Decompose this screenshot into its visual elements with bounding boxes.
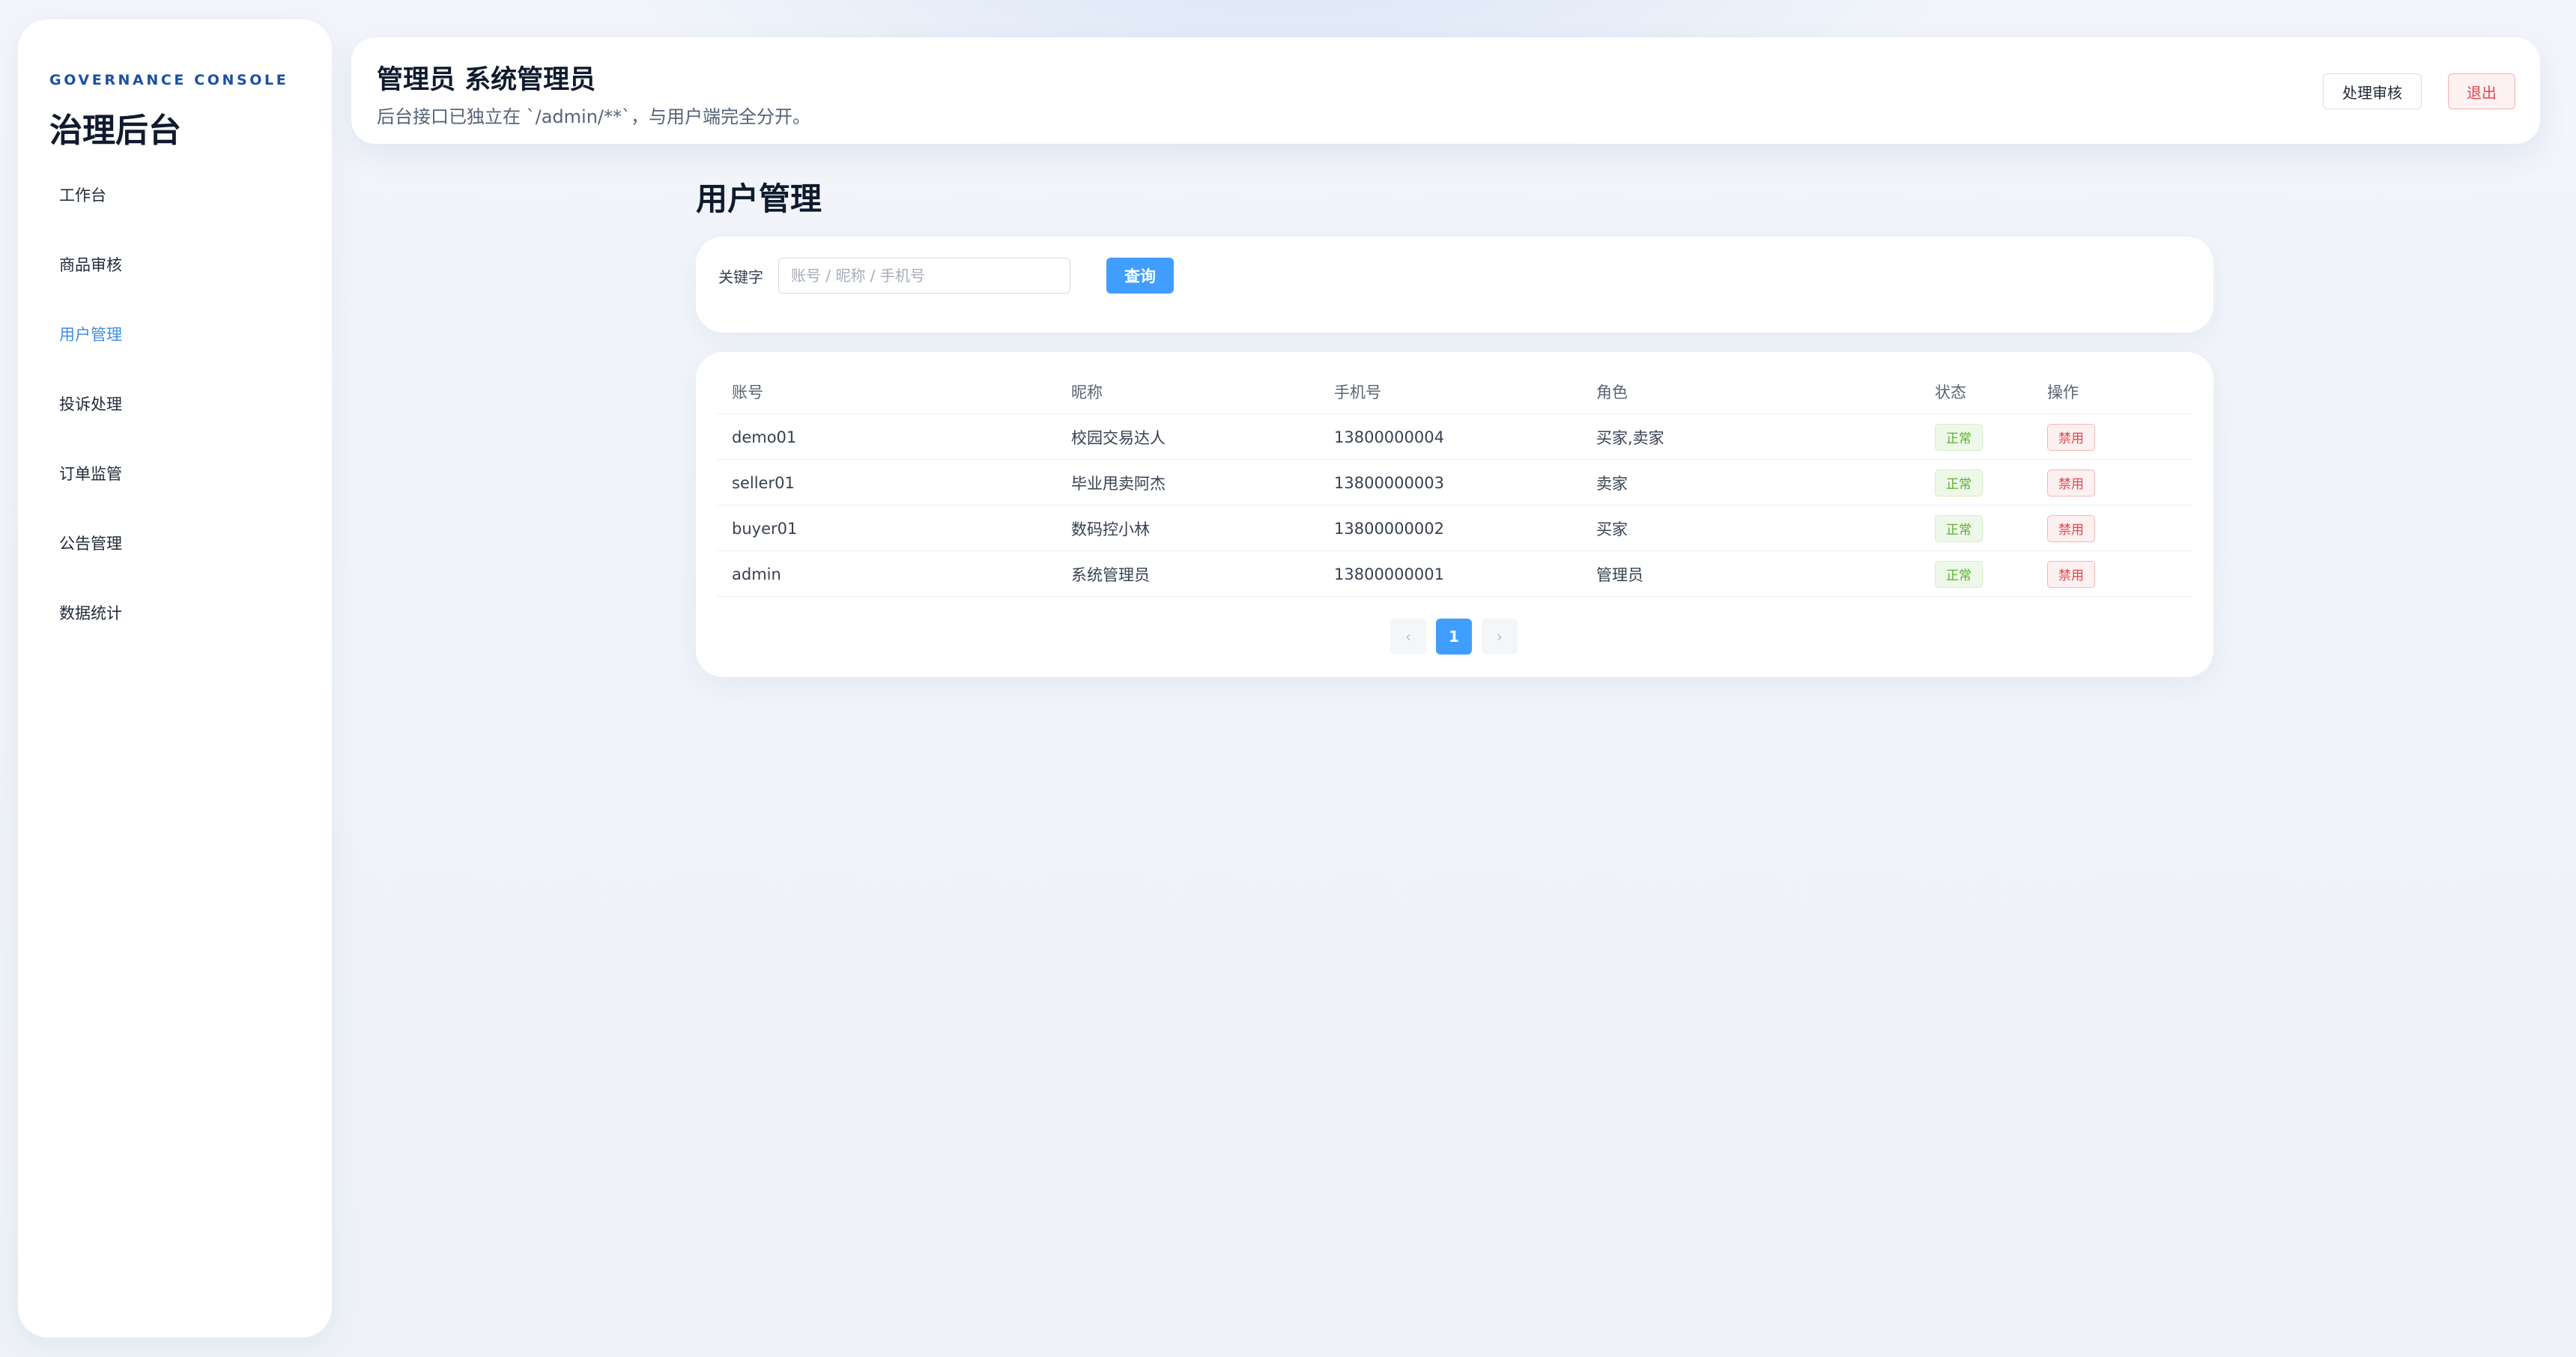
cell-status: 正常 [1935, 551, 1983, 597]
brand-kicker: GOVERNANCE CONSOLE [49, 72, 289, 88]
sidebar-item-statistics[interactable]: 数据统计 [59, 590, 299, 635]
cell-action: 禁用 [2047, 506, 2095, 551]
sidebar-item-announcements[interactable]: 公告管理 [59, 520, 299, 565]
user-table-card: 账号 昵称 手机号 角色 状态 操作 demo01 校园交易达人 1380000… [696, 352, 2213, 677]
pagination: ‹ 1 › [696, 619, 2213, 655]
cell-nickname: 毕业甩卖阿杰 [1071, 474, 1166, 493]
table-row: buyer01 数码控小林 13800000002 买家 正常 禁用 [717, 506, 2192, 551]
disable-button[interactable]: 禁用 [2047, 514, 2095, 542]
sidebar-item-complaints[interactable]: 投诉处理 [59, 381, 299, 426]
table-row: admin 系统管理员 13800000001 管理员 正常 禁用 [717, 551, 2192, 597]
logout-button[interactable]: 退出 [2448, 73, 2515, 109]
cell-nickname: 校园交易达人 [1071, 428, 1166, 447]
status-badge: 正常 [1935, 423, 1983, 451]
cell-action: 禁用 [2047, 551, 2095, 597]
disable-button[interactable]: 禁用 [2047, 469, 2095, 497]
header-action: 操作 [2047, 383, 2079, 401]
admin-title: 管理员 系统管理员 [377, 65, 596, 95]
cell-phone: 13800000003 [1334, 473, 1444, 492]
process-review-button[interactable]: 处理审核 [2323, 73, 2422, 109]
sidebar-item-product-review[interactable]: 商品审核 [59, 242, 299, 287]
cell-status: 正常 [1935, 506, 1983, 551]
header-account: 账号 [732, 383, 763, 401]
keyword-label: 关键字 [718, 268, 763, 286]
disable-button[interactable]: 禁用 [2047, 560, 2095, 588]
table-header: 账号 昵称 手机号 角色 状态 操作 [717, 368, 2192, 414]
page-number-button[interactable]: 1 [1436, 619, 1472, 655]
search-card: 关键字 查询 [696, 237, 2213, 333]
cell-action: 禁用 [2047, 414, 2095, 460]
header-role: 角色 [1596, 383, 1628, 401]
header-nickname: 昵称 [1071, 383, 1103, 401]
next-page-button[interactable]: › [1482, 619, 1518, 655]
cell-nickname: 数码控小林 [1071, 520, 1150, 538]
cell-account: buyer01 [732, 519, 798, 538]
table-row: seller01 毕业甩卖阿杰 13800000003 卖家 正常 禁用 [717, 460, 2192, 506]
header-phone: 手机号 [1334, 383, 1381, 401]
cell-status: 正常 [1935, 460, 1983, 506]
sidebar-item-order-supervision[interactable]: 订单监管 [59, 451, 299, 496]
user-table: 账号 昵称 手机号 角色 状态 操作 demo01 校园交易达人 1380000… [717, 368, 2192, 597]
status-badge: 正常 [1935, 514, 1983, 542]
cell-role: 买家 [1596, 520, 1628, 538]
cell-account: demo01 [732, 428, 797, 446]
cell-role: 管理员 [1596, 565, 1643, 584]
cell-phone: 13800000002 [1334, 519, 1444, 538]
page-title: 用户管理 [696, 180, 822, 217]
cell-phone: 13800000004 [1334, 428, 1444, 446]
prev-page-button[interactable]: ‹ [1390, 619, 1426, 655]
cell-role: 买家,卖家 [1596, 428, 1664, 447]
cell-action: 禁用 [2047, 460, 2095, 506]
sidebar-item-user-management[interactable]: 用户管理 [59, 312, 299, 356]
sidebar: GOVERNANCE CONSOLE 治理后台 工作台 商品审核 用户管理 投诉… [18, 19, 332, 1338]
cell-account: seller01 [732, 473, 795, 492]
query-button[interactable]: 查询 [1106, 258, 1174, 294]
brand-title: 治理后台 [49, 112, 181, 150]
cell-role: 卖家 [1596, 474, 1628, 493]
sidebar-item-workbench[interactable]: 工作台 [59, 172, 299, 217]
table-row: demo01 校园交易达人 13800000004 买家,卖家 正常 禁用 [717, 414, 2192, 460]
status-badge: 正常 [1935, 469, 1983, 497]
cell-phone: 13800000001 [1334, 565, 1444, 583]
topbar: 管理员 系统管理员 后台接口已独立在 `/admin/**`，与用户端完全分开。… [351, 37, 2540, 144]
disable-button[interactable]: 禁用 [2047, 423, 2095, 451]
cell-account: admin [732, 565, 781, 583]
header-status: 状态 [1935, 383, 1966, 401]
admin-subtitle: 后台接口已独立在 `/admin/**`，与用户端完全分开。 [377, 106, 810, 127]
cell-status: 正常 [1935, 414, 1983, 460]
keyword-search-input[interactable] [778, 258, 1070, 294]
cell-nickname: 系统管理员 [1071, 565, 1150, 584]
status-badge: 正常 [1935, 560, 1983, 588]
